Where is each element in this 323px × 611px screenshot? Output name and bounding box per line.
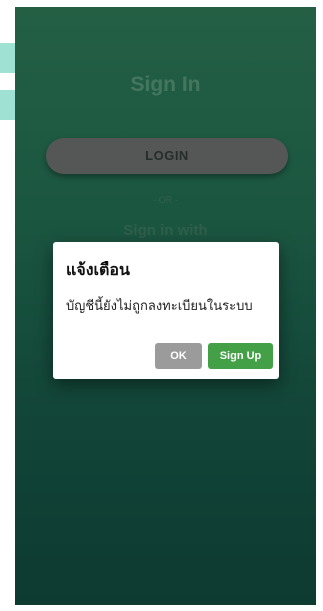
- screenshot-frame: Sign In LOGIN - OR - Sign in with แจ้งเต…: [0, 0, 323, 611]
- dialog-title: แจ้งเตือน: [66, 262, 130, 279]
- alert-dialog: แจ้งเตือน บัญชีนี้ยังไม่ถูกลงทะเบียนในระ…: [53, 242, 279, 379]
- ok-button[interactable]: OK: [155, 343, 202, 369]
- sign-up-button[interactable]: Sign Up: [208, 343, 273, 369]
- dialog-message: บัญชีนี้ยังไม่ถูกลงทะเบียนในระบบ: [66, 298, 253, 313]
- sign-in-screen: Sign In LOGIN - OR - Sign in with แจ้งเต…: [15, 7, 316, 605]
